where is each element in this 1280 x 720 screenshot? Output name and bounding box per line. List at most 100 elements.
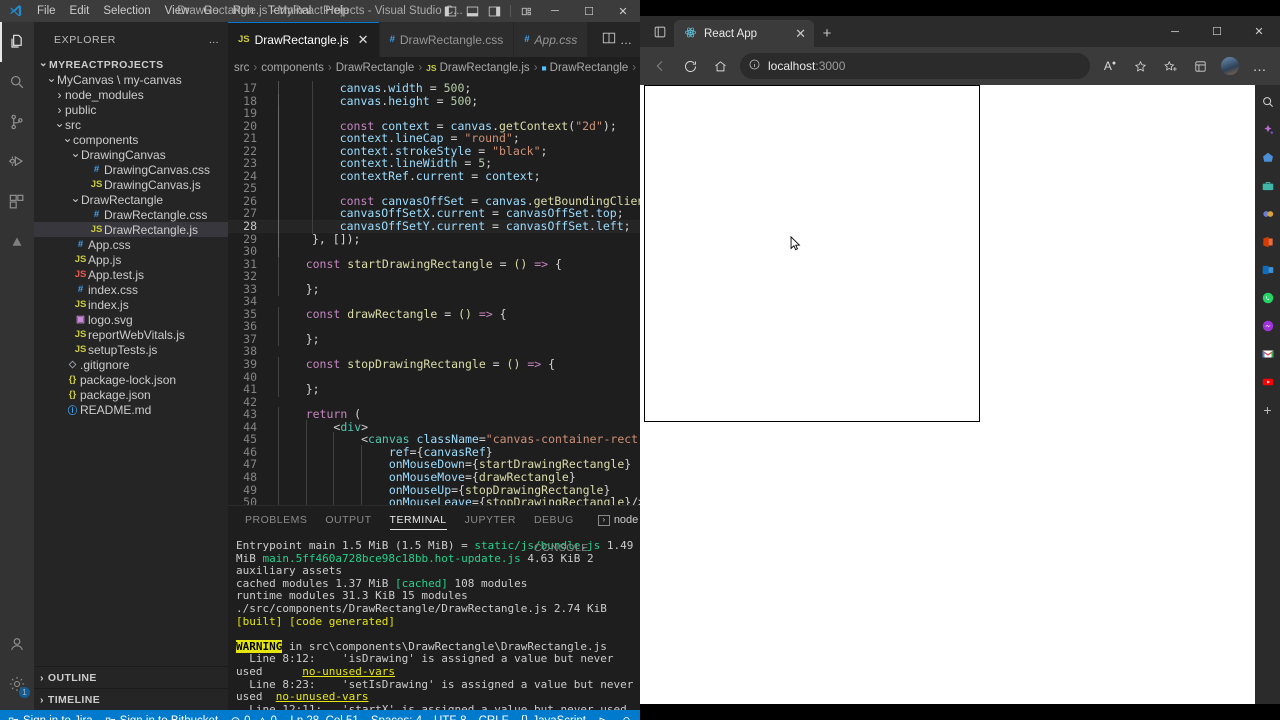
add-app-icon[interactable]: + [1259, 401, 1277, 419]
browser-close-button[interactable]: ✕ [1238, 16, 1280, 47]
tree-item-drawingcanvas-js[interactable]: JS DrawingCanvas.js [34, 177, 228, 192]
drawing-canvas[interactable] [644, 85, 980, 422]
activity-settings[interactable]: 1 [0, 664, 34, 704]
breadcrumb[interactable]: src › components › DrawRectangle › JS DrawRecta… [228, 57, 640, 79]
menu-terminal[interactable]: Terminal [261, 0, 318, 22]
status-bitbucket[interactable]: Sign in to Bitbucket [99, 710, 224, 720]
tree-item-package-json[interactable]: {} package.json [34, 387, 228, 402]
search-icon[interactable] [1259, 93, 1277, 111]
browser-minimize-button[interactable]: ─ [1154, 16, 1196, 47]
code-line[interactable]: 37 }; [228, 331, 640, 347]
code-lines[interactable]: 17 canvas.width = 500; 18 canvas.height =… [228, 79, 640, 505]
close-tab-icon[interactable]: ✕ [358, 32, 369, 48]
office-icon[interactable] [1259, 233, 1277, 251]
shopping-icon[interactable] [1259, 149, 1277, 167]
menu-selection[interactable]: Selection [96, 0, 157, 22]
breadcrumb-item[interactable]: DrawRectangle [336, 62, 415, 74]
editor-tab-drawrectangle-js[interactable]: JS DrawRectangle.js ✕ [228, 22, 380, 57]
window-minimize-button[interactable]: ─ [538, 0, 572, 22]
menu-go[interactable]: Go [196, 0, 225, 22]
window-maximize-button[interactable]: ☐ [572, 0, 606, 22]
panel-tab-terminal[interactable]: TERMINAL [381, 506, 456, 534]
panel-tab-jupyter[interactable]: JUPYTER [456, 506, 525, 534]
copilot-icon[interactable] [1259, 121, 1277, 139]
activity-testing[interactable] [0, 222, 34, 262]
activity-run-and-debug[interactable] [0, 142, 34, 182]
gmail-icon[interactable] [1259, 345, 1277, 363]
tree-item-setuptests-js[interactable]: JS setupTests.js [34, 342, 228, 357]
new-tab-button[interactable]: + [814, 20, 840, 47]
menu-edit[interactable]: Edit [63, 0, 97, 22]
browser-maximize-button[interactable]: ☐ [1196, 16, 1238, 47]
breadcrumb-item[interactable]: components [261, 62, 324, 74]
breadcrumb-item[interactable]: src [234, 62, 249, 74]
customize-layout-icon[interactable] [516, 0, 538, 22]
tree-item-readme-md[interactable]: ⓘ README.md [34, 402, 228, 417]
menu-help[interactable]: Help [318, 0, 356, 22]
editor-more-icon[interactable]: … [620, 33, 632, 47]
toggle-secondary-sidebar-icon[interactable] [483, 0, 505, 22]
status-encoding[interactable]: UTF-8 [428, 710, 473, 720]
tree-item-package-lock-json[interactable]: {} package-lock.json [34, 372, 228, 387]
page-viewport[interactable] [640, 85, 1255, 704]
tab-actions-icon[interactable] [646, 16, 674, 47]
tree-item-mycanvas-my-canvas[interactable]: ⌄ MyCanvas \ my-canvas [34, 71, 228, 87]
tree-item-app-js[interactable]: JS App.js [34, 252, 228, 267]
tree-item-node-modules[interactable]: › node_modules [34, 87, 228, 102]
collections-icon[interactable] [1186, 52, 1214, 80]
read-aloud-icon[interactable]: A● [1096, 52, 1124, 80]
panel-tab-output[interactable]: OUTPUT [316, 506, 380, 534]
timeline-section[interactable]: › TIMELINE [34, 688, 228, 710]
refresh-button[interactable] [676, 52, 704, 80]
tree-item-drawrectangle-css[interactable]: # DrawRectangle.css [34, 207, 228, 222]
editor-scrollbar[interactable] [626, 79, 640, 505]
status-feedback[interactable] [592, 710, 615, 720]
status-language-mode[interactable]: {} JavaScript [515, 710, 592, 720]
file-tree[interactable]: ⌄ MYREACTPROJECTS ⌄ MyCanvas \ my-canvas › no… [34, 57, 228, 666]
outline-section[interactable]: › OUTLINE [34, 666, 228, 688]
activity-source-control[interactable] [0, 102, 34, 142]
breadcrumb-item[interactable]: ■ DrawRectangle [542, 62, 629, 74]
outlook-icon[interactable] [1259, 261, 1277, 279]
activity-extensions[interactable] [0, 182, 34, 222]
menu-view[interactable]: View [158, 0, 197, 22]
profile-avatar[interactable] [1216, 52, 1244, 80]
tree-item-logo-svg[interactable]: ▣ logo.svg [34, 312, 228, 327]
code-line[interactable]: 41 }; [228, 382, 640, 397]
toggle-panel-icon[interactable] [461, 0, 483, 22]
close-tab-icon[interactable]: ✕ [795, 26, 806, 42]
menu-run[interactable]: Run [226, 0, 261, 22]
status-problems[interactable]: 0 0 [224, 710, 283, 720]
messenger-icon[interactable] [1259, 317, 1277, 335]
tree-item-gitignore[interactable]: ◇ .gitignore [34, 357, 228, 372]
activity-accounts[interactable] [0, 624, 34, 664]
window-close-button[interactable]: ✕ [606, 0, 640, 22]
code-line[interactable]: 43 return ( [228, 407, 640, 422]
code-line[interactable]: 32 [228, 269, 640, 284]
split-editor-icon[interactable] [602, 31, 616, 48]
status-cursor-position[interactable]: Ln 28, Col 51 [284, 710, 364, 720]
editor-tab-drawrectangle-css[interactable]: # DrawRectangle.css [379, 22, 515, 57]
code-editor[interactable]: 17 canvas.width = 500; 18 canvas.height =… [228, 79, 640, 505]
home-button[interactable] [706, 52, 734, 80]
toggle-primary-sidebar-icon[interactable] [439, 0, 461, 22]
tree-item-components[interactable]: ⌄ components [34, 131, 228, 147]
browser-settings-icon[interactable]: … [1246, 52, 1274, 80]
status-indentation[interactable]: Spaces: 4 [365, 710, 428, 720]
activity-search[interactable] [0, 62, 34, 102]
breadcrumb-item[interactable]: JS DrawRectangle.js [426, 62, 530, 74]
code-line[interactable]: 33 }; [228, 281, 640, 296]
tree-item-drawrectangle-js[interactable]: JS DrawRectangle.js [34, 222, 228, 237]
tree-item-index-js[interactable]: JS index.js [34, 297, 228, 312]
tree-item-drawrectangle[interactable]: ⌄ DrawRectangle [34, 191, 228, 207]
tree-item-drawingcanvas[interactable]: ⌄ DrawingCanvas [34, 146, 228, 162]
terminal-shell-selector[interactable]: › node [597, 514, 638, 526]
add-favorite-icon[interactable] [1126, 52, 1154, 80]
whatsapp-icon[interactable] [1259, 289, 1277, 307]
code-line[interactable]: 39 const stopDrawingRectangle = () => { [228, 357, 640, 372]
youtube-icon[interactable] [1259, 373, 1277, 391]
status-notifications[interactable] [615, 710, 638, 720]
panel-tab-debug-console[interactable]: DEBUG CONSOLE [525, 506, 598, 554]
status-jira[interactable]: Sign in to Jira [2, 710, 99, 720]
tree-item-reportwebvitals-js[interactable]: JS reportWebVitals.js [34, 327, 228, 342]
